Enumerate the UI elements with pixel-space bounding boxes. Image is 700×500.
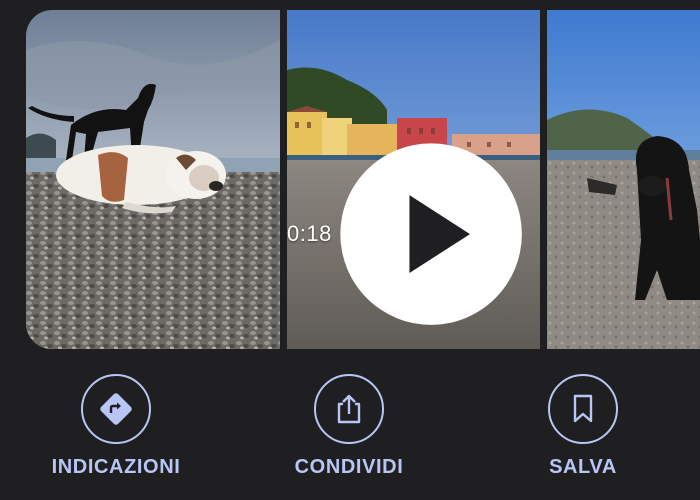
video-badge: 0:18 bbox=[287, 139, 526, 329]
save-button[interactable]: SALVA bbox=[493, 374, 673, 479]
photo-image bbox=[26, 10, 280, 349]
save-label: SALVA bbox=[549, 456, 617, 478]
bookmark-icon bbox=[573, 394, 593, 423]
directions-button-circle[interactable] bbox=[81, 374, 151, 444]
directions-button[interactable]: INDICAZIONI bbox=[26, 374, 206, 479]
play-icon bbox=[340, 143, 522, 325]
directions-icon bbox=[100, 393, 132, 425]
share-label: CONDIVIDI bbox=[294, 456, 404, 478]
video-duration: 0:18 bbox=[287, 220, 332, 246]
save-button-circle[interactable] bbox=[548, 374, 618, 444]
share-button[interactable]: CONDIVIDI bbox=[259, 374, 439, 479]
action-bar: INDICAZIONI CONDIVIDI SALVA bbox=[0, 350, 700, 500]
share-button-circle[interactable] bbox=[314, 374, 384, 444]
photo-image bbox=[547, 10, 700, 349]
directions-label: INDICAZIONI bbox=[51, 456, 181, 478]
photo-thumbnail[interactable] bbox=[547, 10, 700, 349]
photo-gallery[interactable]: 0:18 bbox=[0, 0, 700, 350]
share-icon bbox=[337, 394, 361, 424]
photo-thumbnail[interactable] bbox=[26, 10, 280, 349]
video-thumbnail[interactable]: 0:18 bbox=[287, 10, 540, 349]
